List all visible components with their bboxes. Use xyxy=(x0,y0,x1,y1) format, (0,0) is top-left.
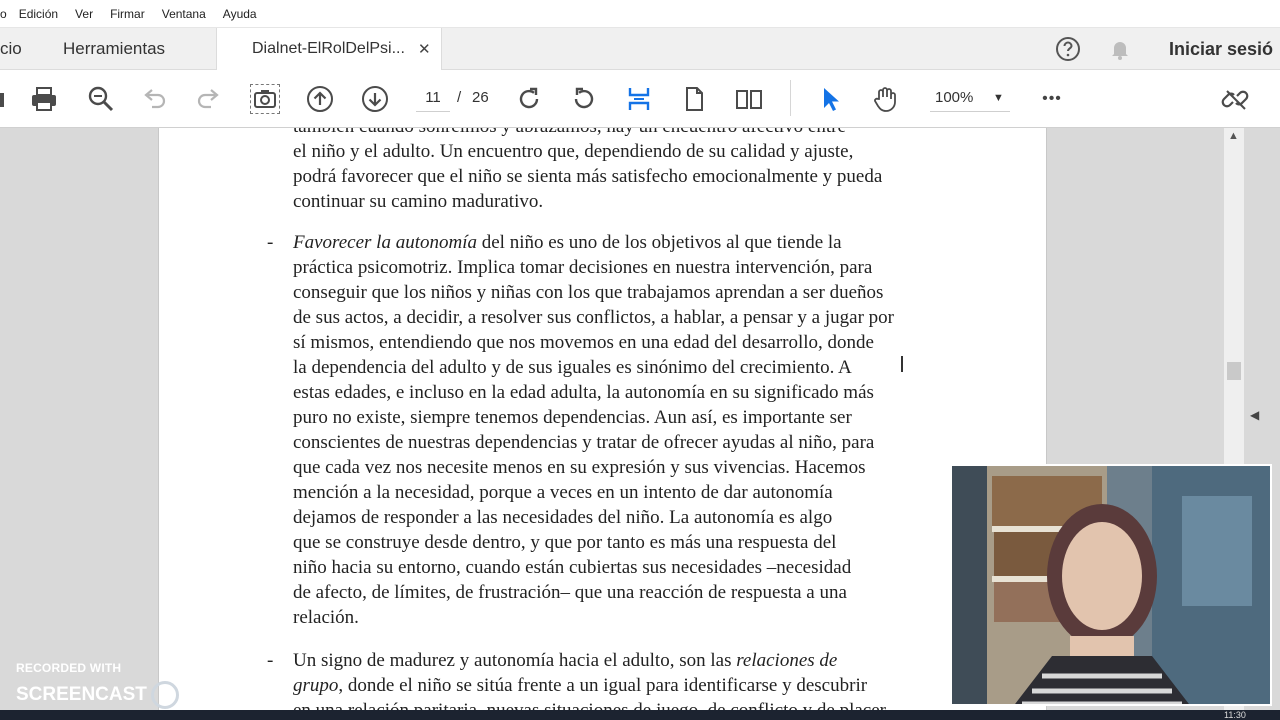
next-page-icon[interactable] xyxy=(360,84,390,114)
italic-phrase: grupo xyxy=(293,675,339,696)
text-cursor-icon xyxy=(901,356,903,372)
menu-item-ventana[interactable]: Ventana xyxy=(162,7,206,21)
text-span: del niño es uno de los objetivos al que … xyxy=(476,232,842,253)
two-page-icon[interactable] xyxy=(734,84,764,114)
text-line: que cada vez nos necesite menos en su ex… xyxy=(293,457,866,478)
fit-page-icon[interactable] xyxy=(624,84,654,114)
scroll-up-arrow-icon[interactable]: ▲ xyxy=(1228,130,1239,142)
tab-home-label: cio xyxy=(0,39,22,58)
bell-icon[interactable] xyxy=(1107,36,1133,62)
menu-item-ver[interactable]: Ver xyxy=(75,7,93,21)
more-tools-glyph: ••• xyxy=(1042,90,1062,107)
watermark-logo-text: SCREENCAST MATIC xyxy=(16,681,242,709)
text-line: podrá favorecer que el niño se sienta má… xyxy=(293,166,883,187)
close-icon[interactable]: ✕ xyxy=(418,40,431,58)
recording-watermark: RECORDED WITH SCREENCAST MATIC xyxy=(16,661,242,709)
watermark-right-text: MATIC xyxy=(182,684,242,705)
screencast-logo-icon xyxy=(150,681,179,709)
menu-item-edicion[interactable]: Edición xyxy=(19,7,58,21)
text-span: , donde el niño se sitúa frente a un igu… xyxy=(338,675,868,696)
text-line: continuar su camino madurativo. xyxy=(293,191,544,212)
document-viewer[interactable]: también cuando sonreímos y abrazamos, ha… xyxy=(0,128,1280,720)
tab-document-label: Dialnet-ElRolDelPsi... xyxy=(252,40,405,57)
taskbar xyxy=(0,710,1280,720)
toolbar: ••• xyxy=(0,70,1280,128)
toolbar-edge xyxy=(0,84,6,114)
redo-icon[interactable] xyxy=(194,84,224,114)
tab-document[interactable]: Dialnet-ElRolDelPsi... ✕ xyxy=(216,28,442,70)
text-line: la dependencia del adulto y de sus igual… xyxy=(293,357,852,378)
collapse-panel-icon[interactable]: ◀ xyxy=(1250,408,1259,422)
text-line: práctica psicomotriz. Implica tomar deci… xyxy=(293,257,873,278)
toolbar-divider xyxy=(790,80,791,116)
undo-icon[interactable] xyxy=(139,84,169,114)
paragraph-1: también cuando sonreímos y abrazamos, ha… xyxy=(293,128,967,214)
rotate-counterclockwise-icon[interactable] xyxy=(569,84,599,114)
zoom-search-icon[interactable] xyxy=(86,84,116,114)
text-line: niño hacia su entorno, cuando están cubi… xyxy=(293,557,852,578)
tab-bar: cio Herramientas Dialnet-ElRolDelPsi... … xyxy=(0,28,1280,70)
text-line: relación. xyxy=(293,607,359,628)
italic-phrase: Favorecer la autonomía xyxy=(293,232,477,253)
text-line: puro no existe, siempre tenemos dependen… xyxy=(293,407,852,428)
text-line: de afecto, de límites, de frustración– q… xyxy=(293,582,847,603)
menu-item-firmar[interactable]: Firmar xyxy=(110,7,145,21)
tab-tools-label: Herramientas xyxy=(63,39,166,58)
paragraph-2: Favorecer la autonomía del niño es uno d… xyxy=(293,230,967,630)
text-line: Favorecer la autonomía del niño es uno d… xyxy=(293,230,967,255)
zoom-select[interactable]: 100% ▼ xyxy=(930,84,1010,112)
link-icon[interactable] xyxy=(1220,84,1250,114)
page-number-input[interactable]: 11 xyxy=(416,84,450,112)
watermark-left-text: SCREENCAST xyxy=(16,684,147,705)
watermark-top-text: RECORDED WITH xyxy=(16,661,122,675)
pdf-page: también cuando sonreímos y abrazamos, ha… xyxy=(158,128,1047,720)
text-line: mención a la necesidad, porque a veces e… xyxy=(293,482,833,503)
menu-item-ayuda[interactable]: Ayuda xyxy=(223,7,257,21)
chevron-down-icon: ▼ xyxy=(993,92,1004,104)
text-line: el niño y el adulto. Un encuentro que, d… xyxy=(293,141,854,162)
text-line: también cuando sonreímos y abrazamos, ha… xyxy=(293,128,967,139)
print-icon[interactable] xyxy=(29,84,59,114)
menu-item-archivo[interactable]: o xyxy=(0,7,7,21)
text-line: conscientes de nuestras dependencias y t… xyxy=(293,432,875,453)
more-tools-icon[interactable]: ••• xyxy=(1036,84,1068,114)
taskbar-clock: 11:30 xyxy=(1224,710,1246,720)
tab-home[interactable]: cio xyxy=(0,28,22,70)
sign-in-button[interactable]: Iniciar sesió xyxy=(1169,28,1273,70)
text-line: dejamos de responder a las necesidades d… xyxy=(293,507,833,528)
page-separator: / xyxy=(457,89,462,106)
scrollbar-thumb[interactable] xyxy=(1227,362,1241,380)
text-line: que se construye desde dentro, y que por… xyxy=(293,532,837,553)
text-line: Un signo de madurez y autonomía hacia el… xyxy=(293,648,967,673)
text-line: conseguir que los niños y niñas con los … xyxy=(293,282,884,303)
zoom-value: 100% xyxy=(935,89,974,106)
page-total: 26 xyxy=(472,89,489,106)
help-icon[interactable] xyxy=(1055,36,1081,62)
bullet-dash: - xyxy=(267,650,274,671)
text-line: grupo, donde el niño se sitúa frente a u… xyxy=(293,673,967,698)
text-line: de sus actos, a decidir, a resolver sus … xyxy=(293,307,894,328)
text-line: estas edades, e incluso en la edad adult… xyxy=(293,382,874,403)
single-page-icon[interactable] xyxy=(679,84,709,114)
italic-phrase: relaciones de xyxy=(736,650,838,671)
tab-tools[interactable]: Herramientas xyxy=(63,28,165,70)
rotate-clockwise-icon[interactable] xyxy=(514,84,544,114)
menu-bar: o Edición Ver Firmar Ventana Ayuda xyxy=(0,0,1280,28)
hand-tool-icon[interactable] xyxy=(870,84,900,114)
webcam-overlay xyxy=(950,464,1272,706)
text-span: Un signo de madurez y autonomía hacia el… xyxy=(293,650,737,671)
text-line: sí mismos, entendiendo que nos movemos e… xyxy=(293,332,874,353)
previous-page-icon[interactable] xyxy=(305,84,335,114)
bullet-dash: - xyxy=(267,232,274,253)
snapshot-camera-icon[interactable] xyxy=(250,84,280,114)
select-cursor-icon[interactable] xyxy=(815,84,845,114)
